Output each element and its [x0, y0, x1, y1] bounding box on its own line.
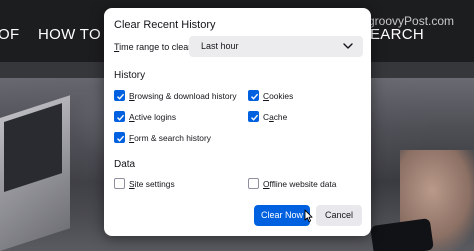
checkbox-box — [114, 90, 125, 101]
checkbox-label: Offline website data — [263, 178, 337, 189]
active-logins-checkbox[interactable]: Active logins — [114, 111, 176, 122]
browsing-download-history-checkbox[interactable]: Browsing & download history — [114, 90, 237, 101]
checkbox-label: Cookies — [263, 90, 294, 101]
site-settings-checkbox[interactable]: Site settings — [114, 178, 175, 189]
site-watermark: groovyPost.com — [368, 14, 455, 28]
checkbox-box — [114, 111, 125, 122]
checkbox-box — [248, 90, 259, 101]
checkbox-label: Site settings — [129, 178, 175, 189]
chevron-down-icon — [342, 36, 354, 57]
checkbox-box — [114, 132, 125, 143]
checkbox-box — [114, 178, 125, 189]
data-heading: Data — [114, 159, 136, 170]
nav-item-search[interactable]: EARCH — [370, 26, 424, 43]
checkbox-label: Form & search history — [129, 132, 211, 143]
nav-item-fragment-left: OF — [0, 26, 20, 43]
checkbox-label: Browsing & download history — [129, 90, 237, 101]
offline-website-data-checkbox[interactable]: Offline website data — [248, 178, 336, 189]
checkmark-icon — [117, 114, 125, 121]
time-range-label-text: ime range to clear: — [119, 42, 194, 52]
time-range-select[interactable]: Last hour — [189, 36, 363, 57]
checkmark-icon — [117, 93, 125, 100]
mouse-cursor-icon — [304, 209, 313, 223]
time-range-selected-value: Last hour — [201, 41, 239, 51]
history-heading: History — [114, 70, 146, 81]
checkbox-box — [248, 178, 259, 189]
clear-now-button[interactable]: Clear Now — [254, 205, 310, 226]
cancel-button[interactable]: Cancel — [316, 205, 362, 226]
dialog-title: Clear Recent History — [114, 19, 216, 31]
form-search-history-checkbox[interactable]: Form & search history — [114, 132, 211, 143]
time-range-label: Time range to clear: — [114, 42, 194, 52]
cookies-checkbox[interactable]: Cookies — [248, 90, 293, 101]
checkbox-box — [248, 111, 259, 122]
checkmark-icon — [251, 93, 259, 100]
checkbox-label: Cache — [263, 111, 288, 122]
checkbox-label: Active logins — [129, 111, 177, 122]
clear-history-dialog: Clear Recent History Time range to clear… — [104, 8, 371, 236]
checkmark-icon — [251, 114, 259, 121]
checkmark-icon — [117, 135, 125, 142]
nav-item-how-to[interactable]: HOW TO — [38, 26, 101, 43]
cache-checkbox[interactable]: Cache — [248, 111, 287, 122]
